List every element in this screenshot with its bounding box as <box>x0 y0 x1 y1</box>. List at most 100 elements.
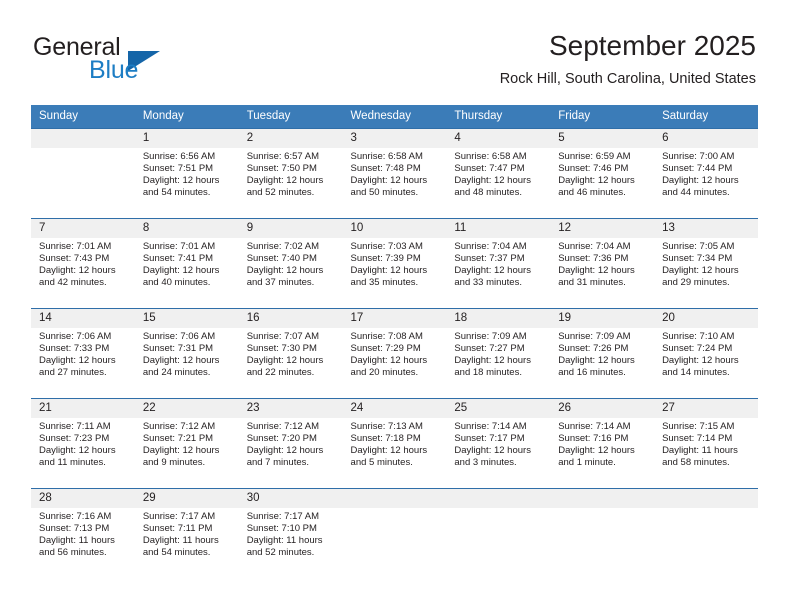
day-number: 5 <box>550 129 655 148</box>
daylight-text-line2: and 11 minutes. <box>39 457 106 469</box>
day-details: Sunrise: 7:17 AM Sunset: 7:10 PM Dayligh… <box>239 508 343 559</box>
calendar-day-cell[interactable]: 27 Sunrise: 7:15 AM Sunset: 7:14 PM Dayl… <box>654 398 758 489</box>
day-number: 10 <box>342 219 447 238</box>
daylight-text-line1: Daylight: 12 hours <box>558 265 635 277</box>
daylight-text-line2: and 54 minutes. <box>142 547 211 559</box>
calendar-day-cell[interactable]: 5 Sunrise: 6:59 AM Sunset: 7:46 PM Dayli… <box>550 128 655 219</box>
sunset-text: Sunset: 7:18 PM <box>350 433 421 445</box>
calendar-day-cell[interactable] <box>446 488 551 578</box>
calendar-day-cell[interactable]: 16 Sunrise: 7:07 AM Sunset: 7:30 PM Dayl… <box>238 308 343 399</box>
sunrise-text: Sunrise: 6:58 AM <box>454 151 527 162</box>
day-number: 28 <box>31 489 135 508</box>
sunrise-text: Sunrise: 7:09 AM <box>454 331 527 342</box>
day-number: 19 <box>550 309 655 328</box>
daylight-text-line1: Daylight: 11 hours <box>39 535 115 547</box>
day-details: Sunrise: 7:07 AM Sunset: 7:30 PM Dayligh… <box>239 328 343 379</box>
daylight-text-line2: and 14 minutes. <box>662 367 730 379</box>
day-details <box>343 508 447 511</box>
calendar-day-cell[interactable]: 12 Sunrise: 7:04 AM Sunset: 7:36 PM Dayl… <box>550 218 655 309</box>
calendar-week-row: 21 Sunrise: 7:11 AM Sunset: 7:23 PM Dayl… <box>31 398 758 489</box>
day-details: Sunrise: 7:12 AM Sunset: 7:21 PM Dayligh… <box>135 418 239 469</box>
calendar-day-cell[interactable] <box>31 128 135 219</box>
calendar-day-cell[interactable]: 15 Sunrise: 7:06 AM Sunset: 7:31 PM Dayl… <box>134 308 239 399</box>
daylight-text-line1: Daylight: 12 hours <box>454 445 531 457</box>
calendar-day-cell[interactable]: 11 Sunrise: 7:04 AM Sunset: 7:37 PM Dayl… <box>446 218 551 309</box>
calendar-day-cell[interactable]: 22 Sunrise: 7:12 AM Sunset: 7:21 PM Dayl… <box>134 398 239 489</box>
calendar-day-cell[interactable]: 2 Sunrise: 6:57 AM Sunset: 7:50 PM Dayli… <box>238 128 343 219</box>
calendar-day-cell[interactable]: 1 Sunrise: 6:56 AM Sunset: 7:51 PM Dayli… <box>134 128 239 219</box>
calendar-day-cell[interactable]: 23 Sunrise: 7:12 AM Sunset: 7:20 PM Dayl… <box>238 398 343 489</box>
day-number: 1 <box>134 129 239 148</box>
day-details: Sunrise: 6:58 AM Sunset: 7:47 PM Dayligh… <box>446 148 550 199</box>
sunset-text: Sunset: 7:50 PM <box>246 163 317 175</box>
daylight-text-line2: and 42 minutes. <box>39 277 107 289</box>
daylight-text-line2: and 44 minutes. <box>662 187 730 199</box>
calendar-day-cell[interactable]: 24 Sunrise: 7:13 AM Sunset: 7:18 PM Dayl… <box>342 398 447 489</box>
day-details: Sunrise: 7:01 AM Sunset: 7:41 PM Dayligh… <box>135 238 239 289</box>
calendar-day-cell[interactable]: 26 Sunrise: 7:14 AM Sunset: 7:16 PM Dayl… <box>550 398 655 489</box>
day-details: Sunrise: 7:02 AM Sunset: 7:40 PM Dayligh… <box>239 238 343 289</box>
calendar-day-cell[interactable] <box>654 488 758 578</box>
sunset-text: Sunset: 7:27 PM <box>454 343 525 355</box>
daylight-text-line2: and 52 minutes. <box>246 187 315 199</box>
calendar-day-cell[interactable]: 14 Sunrise: 7:06 AM Sunset: 7:33 PM Dayl… <box>31 308 135 399</box>
sunset-text: Sunset: 7:31 PM <box>142 343 214 355</box>
day-number: 17 <box>342 309 447 328</box>
sunset-text: Sunset: 7:41 PM <box>142 253 214 265</box>
calendar-day-cell[interactable]: 9 Sunrise: 7:02 AM Sunset: 7:40 PM Dayli… <box>238 218 343 309</box>
calendar-day-cell[interactable]: 29 Sunrise: 7:17 AM Sunset: 7:11 PM Dayl… <box>134 488 239 578</box>
sunrise-text: Sunrise: 7:01 AM <box>142 241 216 252</box>
calendar-table: Sunday Monday Tuesday Wednesday Thursday… <box>31 105 758 578</box>
sunrise-text: Sunrise: 7:14 AM <box>454 421 527 432</box>
sunset-text: Sunset: 7:14 PM <box>662 433 733 445</box>
daylight-text-line1: Daylight: 11 hours <box>142 535 219 547</box>
day-number: 15 <box>134 309 239 328</box>
day-number: 24 <box>342 399 447 418</box>
sunset-text: Sunset: 7:16 PM <box>558 433 629 445</box>
day-details: Sunrise: 7:14 AM Sunset: 7:16 PM Dayligh… <box>550 418 654 469</box>
sunrise-text: Sunrise: 7:08 AM <box>350 331 423 342</box>
sunset-text: Sunset: 7:11 PM <box>142 523 213 535</box>
calendar-day-cell[interactable]: 18 Sunrise: 7:09 AM Sunset: 7:27 PM Dayl… <box>446 308 551 399</box>
sunrise-text: Sunrise: 7:11 AM <box>39 421 111 432</box>
calendar-day-cell[interactable]: 13 Sunrise: 7:05 AM Sunset: 7:34 PM Dayl… <box>654 218 758 309</box>
calendar-day-cell[interactable]: 3 Sunrise: 6:58 AM Sunset: 7:48 PM Dayli… <box>342 128 447 219</box>
daylight-text-line2: and 56 minutes. <box>39 547 107 559</box>
calendar-day-cell[interactable]: 10 Sunrise: 7:03 AM Sunset: 7:39 PM Dayl… <box>342 218 447 309</box>
calendar-day-cell[interactable]: 28 Sunrise: 7:16 AM Sunset: 7:13 PM Dayl… <box>31 488 135 578</box>
calendar-day-cell[interactable]: 20 Sunrise: 7:10 AM Sunset: 7:24 PM Dayl… <box>654 308 758 399</box>
calendar-day-cell[interactable]: 21 Sunrise: 7:11 AM Sunset: 7:23 PM Dayl… <box>31 398 135 489</box>
daylight-text-line1: Daylight: 12 hours <box>662 265 739 277</box>
sunset-text: Sunset: 7:21 PM <box>142 433 214 445</box>
daylight-text-line2: and 52 minutes. <box>246 547 315 559</box>
daylight-text-line1: Daylight: 12 hours <box>662 355 739 367</box>
calendar-day-cell[interactable]: 19 Sunrise: 7:09 AM Sunset: 7:26 PM Dayl… <box>550 308 655 399</box>
calendar-day-cell[interactable]: 17 Sunrise: 7:08 AM Sunset: 7:29 PM Dayl… <box>342 308 447 399</box>
daylight-text-line2: and 58 minutes. <box>662 457 730 469</box>
day-number <box>31 129 135 148</box>
calendar-day-cell[interactable] <box>550 488 655 578</box>
calendar-day-cell[interactable]: 6 Sunrise: 7:00 AM Sunset: 7:44 PM Dayli… <box>654 128 758 219</box>
calendar-week-row: 7 Sunrise: 7:01 AM Sunset: 7:43 PM Dayli… <box>31 218 758 309</box>
sunrise-text: Sunrise: 6:59 AM <box>558 151 631 162</box>
daylight-text-line1: Daylight: 12 hours <box>350 175 428 187</box>
daylight-text-line2: and 48 minutes. <box>454 187 522 199</box>
page-header: General Blue September 2025 Rock Hill, S… <box>0 0 792 100</box>
calendar-day-cell[interactable]: 8 Sunrise: 7:01 AM Sunset: 7:41 PM Dayli… <box>134 218 239 309</box>
sunrise-text: Sunrise: 7:07 AM <box>246 331 320 342</box>
day-number: 29 <box>134 489 239 508</box>
calendar-day-cell[interactable]: 30 Sunrise: 7:17 AM Sunset: 7:10 PM Dayl… <box>238 488 343 578</box>
day-details: Sunrise: 7:01 AM Sunset: 7:43 PM Dayligh… <box>31 238 135 289</box>
sunrise-text: Sunrise: 7:10 AM <box>662 331 735 342</box>
day-number: 3 <box>342 129 447 148</box>
calendar-day-cell[interactable]: 25 Sunrise: 7:14 AM Sunset: 7:17 PM Dayl… <box>446 398 551 489</box>
daylight-text-line1: Daylight: 12 hours <box>454 265 531 277</box>
calendar-day-cell[interactable]: 7 Sunrise: 7:01 AM Sunset: 7:43 PM Dayli… <box>31 218 135 309</box>
brand-logo[interactable]: General Blue <box>33 33 223 84</box>
sunset-text: Sunset: 7:39 PM <box>350 253 421 265</box>
day-number: 18 <box>446 309 551 328</box>
day-details: Sunrise: 7:10 AM Sunset: 7:24 PM Dayligh… <box>654 328 758 379</box>
daylight-text-line1: Daylight: 12 hours <box>454 355 531 367</box>
calendar-day-cell[interactable]: 4 Sunrise: 6:58 AM Sunset: 7:47 PM Dayli… <box>446 128 551 219</box>
calendar-day-cell[interactable] <box>342 488 447 578</box>
